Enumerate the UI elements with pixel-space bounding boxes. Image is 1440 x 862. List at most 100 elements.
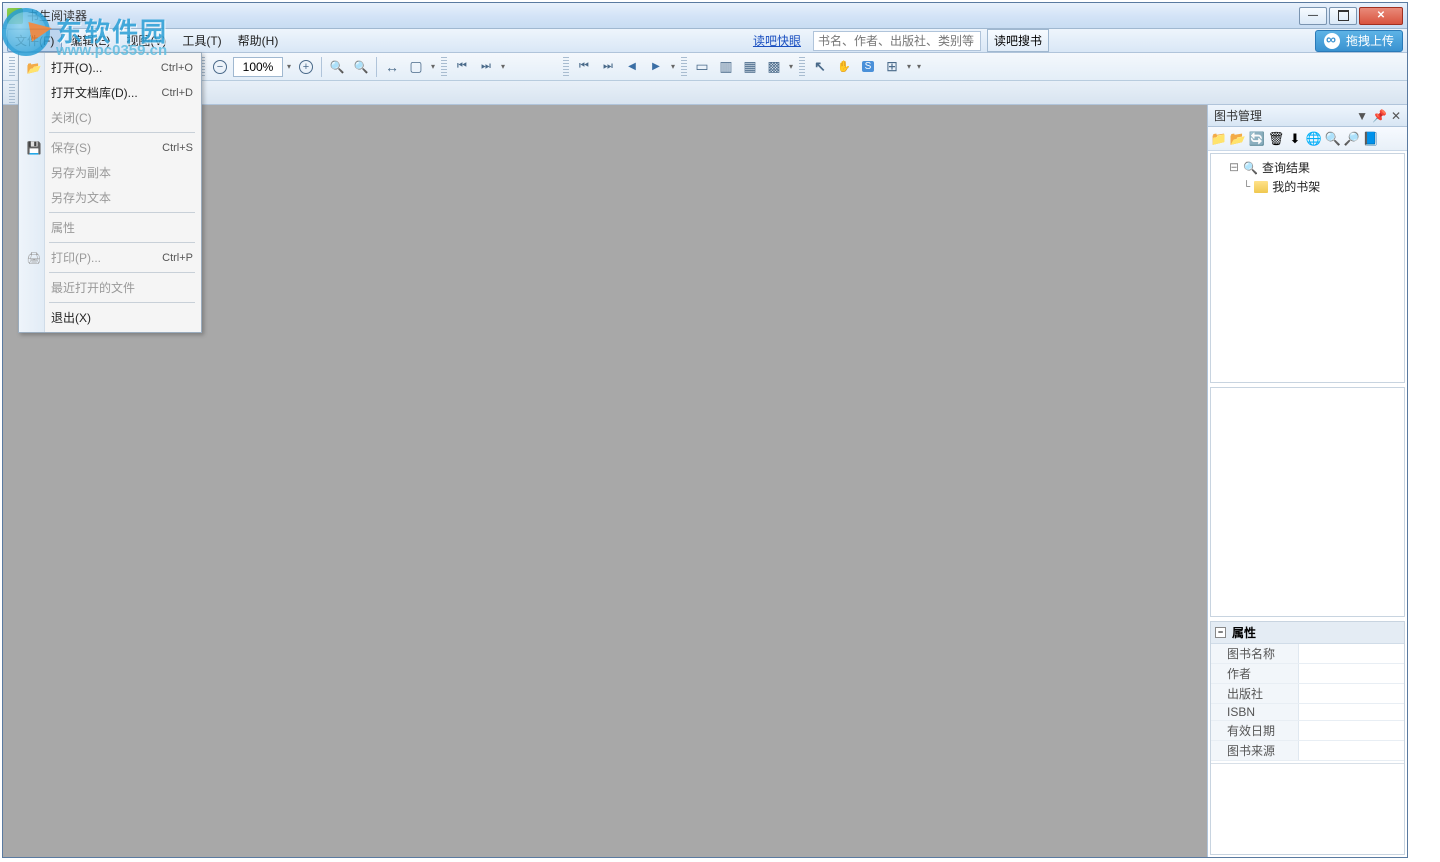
menu-file[interactable]: 文件(F) (7, 29, 62, 52)
last-page-button[interactable] (475, 56, 497, 78)
menu-save-text[interactable]: 另存为文本 (21, 185, 199, 210)
collapse-icon[interactable]: − (1215, 627, 1226, 638)
tree-node-results[interactable]: ⊟ 🔍 查询结果 (1215, 158, 1400, 177)
menu-help[interactable]: 帮助(H) (230, 29, 287, 52)
properties-title: 属性 (1232, 624, 1256, 641)
pt-refresh-icon[interactable]: 🔄 (1248, 130, 1266, 148)
toolbar-grip-icon[interactable] (799, 57, 805, 77)
prop-publisher-value[interactable] (1299, 684, 1404, 703)
zoom-input[interactable] (233, 57, 283, 77)
pt-ie-icon[interactable]: 🌐 (1305, 130, 1323, 148)
prop-valid-label: 有效日期 (1211, 721, 1299, 740)
panel-menu-icon[interactable]: ▼ (1356, 109, 1368, 123)
dropdown-icon[interactable]: ▾ (905, 62, 913, 71)
toolbar-grip-icon[interactable] (441, 57, 447, 77)
menu-open-lib[interactable]: 打开文档库(D)...Ctrl+D (21, 80, 199, 105)
titlebar[interactable]: 书生阅读器 (3, 3, 1407, 29)
close-button[interactable] (1359, 7, 1403, 25)
pt-down-icon[interactable]: ⬇ (1286, 130, 1304, 148)
menu-exit[interactable]: 退出(X) (21, 305, 199, 330)
pt-open-icon[interactable]: 📁 (1210, 130, 1228, 148)
dropdown-icon[interactable]: ▾ (669, 62, 677, 71)
panel-pin-icon[interactable]: 📌 (1372, 109, 1387, 123)
pt-zoom-icon[interactable]: 🔎 (1343, 130, 1361, 148)
pt-search-icon[interactable]: 🔍 (1324, 130, 1342, 148)
app-window: 书生阅读器 文件(F) 编辑(E) 视图(V) 工具(T) 帮助(H) 读吧快眼… (2, 2, 1408, 858)
prop-author-label: 作者 (1211, 664, 1299, 683)
toolbar-grip-icon[interactable] (9, 84, 15, 104)
menu-view[interactable]: 视图(V) (118, 29, 174, 52)
tree-label: 查询结果 (1262, 159, 1310, 176)
zoom-tool-button[interactable] (326, 56, 348, 78)
search-button[interactable]: 读吧搜书 (987, 29, 1049, 52)
nav-prev-button[interactable] (621, 56, 643, 78)
first-page-button[interactable] (451, 56, 473, 78)
continuous-facing-button[interactable]: ▩ (763, 56, 785, 78)
side-panel-title: 图书管理 (1214, 107, 1262, 124)
menu-print[interactable]: 打印(P)...Ctrl+P (21, 245, 199, 270)
marquee-zoom-button[interactable] (350, 56, 372, 78)
hand-tool-button[interactable] (833, 56, 855, 78)
tree-branch-icon: ⊟ (1229, 160, 1239, 175)
properties-footer (1211, 763, 1404, 854)
menu-save[interactable]: 保存(S)Ctrl+S (21, 135, 199, 160)
select-tool-button[interactable] (809, 56, 831, 78)
library-tree[interactable]: ⊟ 🔍 查询结果 └ 我的书架 (1210, 153, 1405, 383)
nav-first-button[interactable] (573, 56, 595, 78)
dropdown-icon[interactable]: ▾ (429, 62, 437, 71)
main-toolbar: ✉ 📖 ▾ − ▾ + ↔ ▢ ▾ ▾ ▾ ▥ ▦ ▩ ▾ (3, 53, 1407, 81)
app-title: 书生阅读器 (27, 7, 1299, 24)
layout-button[interactable] (881, 56, 903, 78)
prop-author-value[interactable] (1299, 664, 1404, 683)
nav-last-button[interactable] (597, 56, 619, 78)
facing-button[interactable]: ▦ (739, 56, 761, 78)
nav-next-button[interactable] (645, 56, 667, 78)
dropdown-icon[interactable]: ▾ (285, 62, 293, 71)
prop-valid-value[interactable] (1299, 721, 1404, 740)
dropdown-icon[interactable]: ▾ (915, 62, 923, 71)
menu-open[interactable]: 打开(O)...Ctrl+O (21, 55, 199, 80)
print-icon (25, 249, 43, 267)
zoom-out-button[interactable]: − (209, 56, 231, 78)
minimize-button[interactable] (1299, 7, 1327, 25)
toolbar-grip-icon[interactable] (681, 57, 687, 77)
pt-book-icon[interactable]: 📘 (1362, 130, 1380, 148)
pt-folder-icon[interactable]: 📂 (1229, 130, 1247, 148)
upload-label: 拖拽上传 (1346, 32, 1394, 49)
prop-name-value[interactable] (1299, 644, 1404, 663)
dropdown-icon[interactable]: ▾ (499, 62, 507, 71)
maximize-button[interactable] (1329, 7, 1357, 25)
file-dropdown-menu: 打开(O)...Ctrl+O 打开文档库(D)...Ctrl+D 关闭(C) 保… (18, 52, 202, 333)
search-results-icon: 🔍 (1243, 161, 1258, 175)
menu-save-copy[interactable]: 另存为副本 (21, 160, 199, 185)
pt-delete-icon[interactable]: 🗑 (1267, 130, 1285, 148)
fit-width-button[interactable]: ↔ (381, 56, 403, 78)
upload-button[interactable]: 拖拽上传 (1315, 30, 1403, 52)
tree-node-shelf[interactable]: └ 我的书架 (1215, 177, 1400, 196)
menu-properties[interactable]: 属性 (21, 215, 199, 240)
single-page-button[interactable] (691, 56, 713, 78)
prop-source-value[interactable] (1299, 741, 1404, 760)
menu-recent[interactable]: 最近打开的文件 (21, 275, 199, 300)
side-panel-header[interactable]: 图书管理 ▼ 📌 ✕ (1208, 105, 1407, 127)
duba-link[interactable]: 读吧快眼 (747, 32, 807, 49)
menu-tool[interactable]: 工具(T) (174, 29, 229, 52)
search-input[interactable] (813, 31, 981, 51)
panel-close-icon[interactable]: ✕ (1391, 109, 1401, 123)
side-panel: 图书管理 ▼ 📌 ✕ 📁 📂 🔄 🗑 ⬇ 🌐 🔍 🔎 📘 (1207, 105, 1407, 857)
continuous-button[interactable]: ▥ (715, 56, 737, 78)
menu-edit[interactable]: 编辑(E) (62, 29, 118, 52)
dropdown-icon[interactable]: ▾ (787, 62, 795, 71)
properties-panel: − 属性 图书名称 作者 出版社 ISBN 有效日期 图书来源 (1210, 621, 1405, 855)
toolbar-grip-icon[interactable] (9, 57, 15, 77)
toolbar-grip-icon[interactable] (563, 57, 569, 77)
menu-close[interactable]: 关闭(C) (21, 105, 199, 130)
prop-isbn-value[interactable] (1299, 704, 1404, 720)
fit-page-button[interactable]: ▢ (405, 56, 427, 78)
zoom-in-button[interactable]: + (295, 56, 317, 78)
prop-name-label: 图书名称 (1211, 644, 1299, 663)
upload-icon (1324, 33, 1340, 49)
text-select-button[interactable] (857, 56, 879, 78)
prop-source-label: 图书来源 (1211, 741, 1299, 760)
prop-publisher-label: 出版社 (1211, 684, 1299, 703)
